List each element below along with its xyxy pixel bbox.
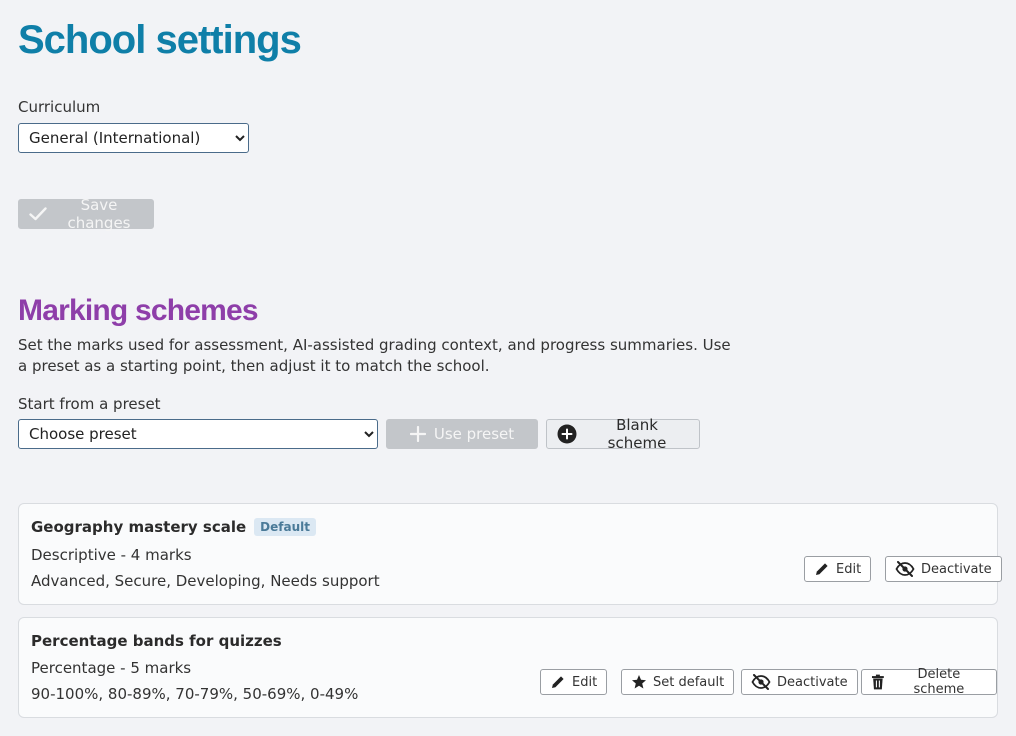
eye-slash-icon (751, 674, 771, 690)
deactivate-label: Deactivate (777, 674, 848, 690)
blank-scheme-label: Blank scheme (607, 416, 667, 452)
curriculum-label: Curriculum (18, 98, 101, 116)
school-settings-page: School settings Curriculum General (Inte… (0, 0, 1016, 736)
scheme-name: Geography mastery scale (31, 518, 247, 536)
page-title: School settings (18, 18, 302, 62)
use-preset-button[interactable]: Use preset (386, 419, 538, 449)
scheme-type: Percentage - 5 marks (31, 659, 192, 677)
star-icon (632, 675, 646, 689)
plus-icon (409, 426, 426, 442)
trash-icon (871, 674, 884, 690)
use-preset-label: Use preset (433, 425, 515, 443)
delete-scheme-label: Delete scheme (913, 667, 965, 697)
set-default-button[interactable]: Set default (621, 669, 735, 695)
scheme-name-row: Geography mastery scale Default (31, 518, 316, 536)
edit-label: Edit (836, 561, 862, 577)
blank-scheme-button[interactable]: Blank scheme (546, 416, 700, 452)
scheme-name-row: Percentage bands for quizzes (31, 632, 282, 650)
scheme-card-geography: Geography mastery scale Default Descript… (18, 503, 1002, 605)
scheme-type: Descriptive - 4 marks (31, 546, 192, 564)
deactivate-button[interactable]: Deactivate (885, 556, 1002, 582)
pencil-icon (552, 676, 564, 688)
marking-schemes-title: Marking schemes (18, 294, 259, 327)
save-changes-label: Save changes (67, 196, 131, 232)
curriculum-select[interactable]: General (International) (18, 123, 249, 153)
plus-circle-icon (557, 424, 577, 444)
delete-scheme-button[interactable]: Delete scheme (861, 667, 997, 697)
scheme-marks: 90-100%, 80-89%, 70-79%, 50-69%, 0-49% (31, 685, 359, 703)
preset-select[interactable]: Choose preset (18, 419, 378, 449)
deactivate-label: Deactivate (921, 561, 992, 577)
eye-slash-icon (895, 561, 915, 577)
scheme-marks: Advanced, Secure, Developing, Needs supp… (31, 572, 380, 590)
set-default-label: Set default (653, 674, 725, 690)
save-changes-button[interactable]: Save changes (18, 196, 154, 232)
default-badge: Default (254, 518, 316, 536)
marking-schemes-description: Set the marks used for assessment, AI-as… (18, 336, 731, 375)
preset-label: Start from a preset (18, 395, 161, 413)
check-icon (29, 207, 47, 221)
deactivate-button[interactable]: Deactivate (741, 669, 858, 695)
pencil-icon (816, 563, 828, 575)
edit-label: Edit (572, 674, 598, 690)
scheme-name: Percentage bands for quizzes (31, 632, 282, 650)
edit-button[interactable]: Edit (540, 669, 608, 695)
scheme-card-percentage: Percentage bands for quizzes Percentage … (18, 617, 998, 718)
edit-button[interactable]: Edit (804, 556, 872, 582)
